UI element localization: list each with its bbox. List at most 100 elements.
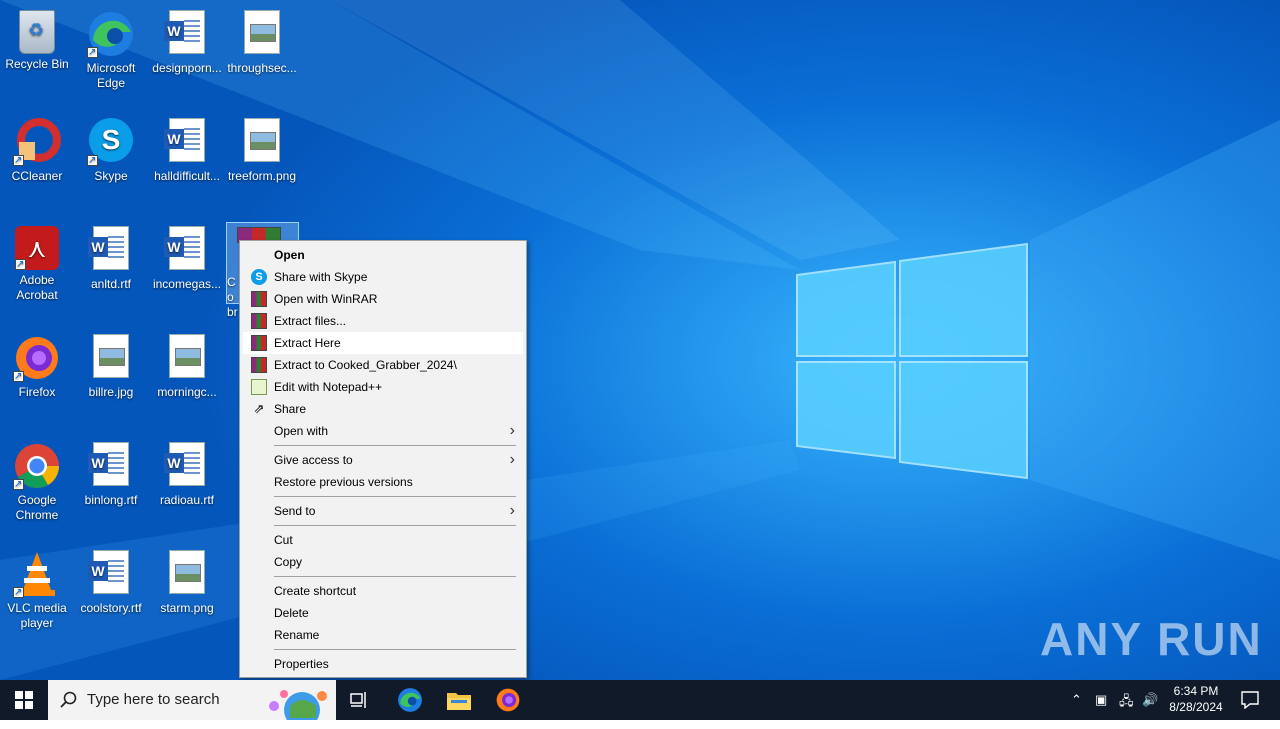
desktop-icon-coolstory[interactable]: W coolstory.rtf [74,546,148,616]
chevron-right-icon: › [509,502,515,519]
desktop-icon-anltd[interactable]: W anltd.rtf [74,222,148,292]
menu-item-share-with-skype[interactable]: S Share with Skype [243,266,523,288]
desktop-icon-incomegas[interactable]: W incomegas... [150,222,224,292]
clock-date: 8/28/2024 [1169,700,1223,714]
notification-icon [1241,691,1259,710]
anyrun-watermark: ANY RUN [1040,613,1263,665]
search-icon [60,691,77,708]
chevron-right-icon: › [509,422,515,439]
desktop-icon-throughsec[interactable]: throughsec... [225,6,299,76]
firefox-icon [496,688,520,712]
task-view-button[interactable] [336,680,384,720]
system-clock[interactable]: 6:34 PM 8/28/2024 [1164,683,1228,715]
word-document-icon: W [88,226,129,270]
desktop-icon-vlc[interactable]: VLC media player [0,546,74,631]
desktop-icon-google-chrome[interactable]: Google Chrome [0,438,74,523]
desktop-icon-binlong[interactable]: W binlong.rtf [74,438,148,508]
firefox-icon [13,334,61,384]
desktop-icon-morningc[interactable]: morningc... [150,330,224,400]
taskbar-firefox-button[interactable] [484,680,532,720]
desktop[interactable]: ♻ Recycle Bin CCleaner ⋏ Adobe Acrobat F… [0,0,1280,680]
search-placeholder: Type here to search [87,691,220,708]
notifications-button[interactable] [1226,680,1274,720]
menu-separator [274,649,516,650]
start-button[interactable] [0,680,48,720]
menu-item-open-with[interactable]: Open with › [243,420,523,442]
winrar-icon [251,357,267,373]
menu-item-share[interactable]: ⇗ Share [243,398,523,420]
word-document-icon: W [88,442,129,486]
desktop-icon-designporn[interactable]: W designporn... [150,6,224,76]
menu-item-create-shortcut[interactable]: Create shortcut [243,580,523,602]
menu-item-extract-here[interactable]: Extract Here [243,332,523,354]
taskbar-file-explorer-button[interactable] [435,680,483,720]
menu-separator [274,525,516,526]
adobe-acrobat-icon: ⋏ [15,226,59,272]
menu-item-delete[interactable]: Delete [243,602,523,624]
context-menu: Open S Share with Skype Open with WinRAR … [239,240,527,678]
word-document-icon: W [164,10,205,54]
menu-item-give-access-to[interactable]: Give access to › [243,449,523,471]
chevron-right-icon: › [509,451,515,468]
taskbar-edge-button[interactable] [386,680,434,720]
volume-icon[interactable]: 🔊 [1142,692,1158,708]
menu-separator [274,445,516,446]
ccleaner-icon [13,118,61,168]
image-file-icon [169,334,205,378]
chrome-icon [13,442,61,492]
winrar-icon [251,291,267,307]
network-icon[interactable]: 🖧 [1119,692,1134,714]
desktop-icon-treeform[interactable]: treeform.png [225,114,299,184]
recycle-bin-icon: ♻ [19,10,55,54]
skype-icon: S [87,118,135,168]
menu-item-edit-with-notepad[interactable]: Edit with Notepad++ [243,376,523,398]
desktop-icon-microsoft-edge[interactable]: Microsoft Edge [74,6,148,91]
taskbar-search-box[interactable]: Type here to search [48,680,336,728]
word-document-icon: W [164,442,205,486]
image-file-icon [244,10,280,54]
menu-item-send-to[interactable]: Send to › [243,500,523,522]
desktop-icon-radioau[interactable]: W radioau.rtf [150,438,224,508]
chevron-up-icon[interactable]: ⌃ [1071,692,1082,708]
taskbar: Type here to search ⌃ ▣ 🖧 🔊 6:34 PM 8/28… [0,680,1280,728]
menu-item-properties[interactable]: Properties [243,653,523,675]
word-document-icon: W [88,550,129,594]
menu-separator [274,576,516,577]
menu-item-extract-files[interactable]: Extract files... [243,310,523,332]
menu-separator [274,496,516,497]
windows-logo [796,242,1028,480]
network-adapter-icon[interactable]: ▣ [1095,692,1107,708]
menu-item-restore-previous-versions[interactable]: Restore previous versions [243,471,523,493]
desktop-icon-adobe-acrobat[interactable]: ⋏ Adobe Acrobat [0,222,74,303]
menu-item-open-with-winrar[interactable]: Open with WinRAR [243,288,523,310]
windows-start-icon [15,691,33,709]
vlc-icon [13,550,61,600]
image-file-icon [93,334,129,378]
desktop-icon-firefox[interactable]: Firefox [0,330,74,400]
menu-item-open[interactable]: Open [243,244,523,266]
clock-time: 6:34 PM [1173,684,1219,698]
word-document-icon: W [164,226,205,270]
winrar-icon [251,313,267,329]
desktop-icon-starm[interactable]: starm.png [150,546,224,616]
menu-item-rename[interactable]: Rename [243,624,523,646]
notepad-plus-plus-icon [251,379,267,395]
desktop-icon-billre[interactable]: billre.jpg [74,330,148,400]
desktop-icon-skype[interactable]: S Skype [74,114,148,184]
winrar-icon [251,335,267,351]
menu-item-copy[interactable]: Copy [243,551,523,573]
desktop-icon-ccleaner[interactable]: CCleaner [0,114,74,184]
word-document-icon: W [164,118,205,162]
search-highlight-image [262,684,332,728]
desktop-icon-recycle-bin[interactable]: ♻ Recycle Bin [0,6,74,72]
edge-icon [398,688,422,712]
edge-icon [87,10,135,60]
folder-icon [447,693,471,710]
skype-icon: S [251,269,267,285]
image-file-icon [244,118,280,162]
menu-item-extract-to-folder[interactable]: Extract to Cooked_Grabber_2024\ [243,354,523,376]
menu-item-cut[interactable]: Cut [243,529,523,551]
share-icon: ⇗ [253,401,265,416]
desktop-icon-halldifficult[interactable]: W halldifficult... [150,114,224,184]
task-view-icon [350,692,366,708]
